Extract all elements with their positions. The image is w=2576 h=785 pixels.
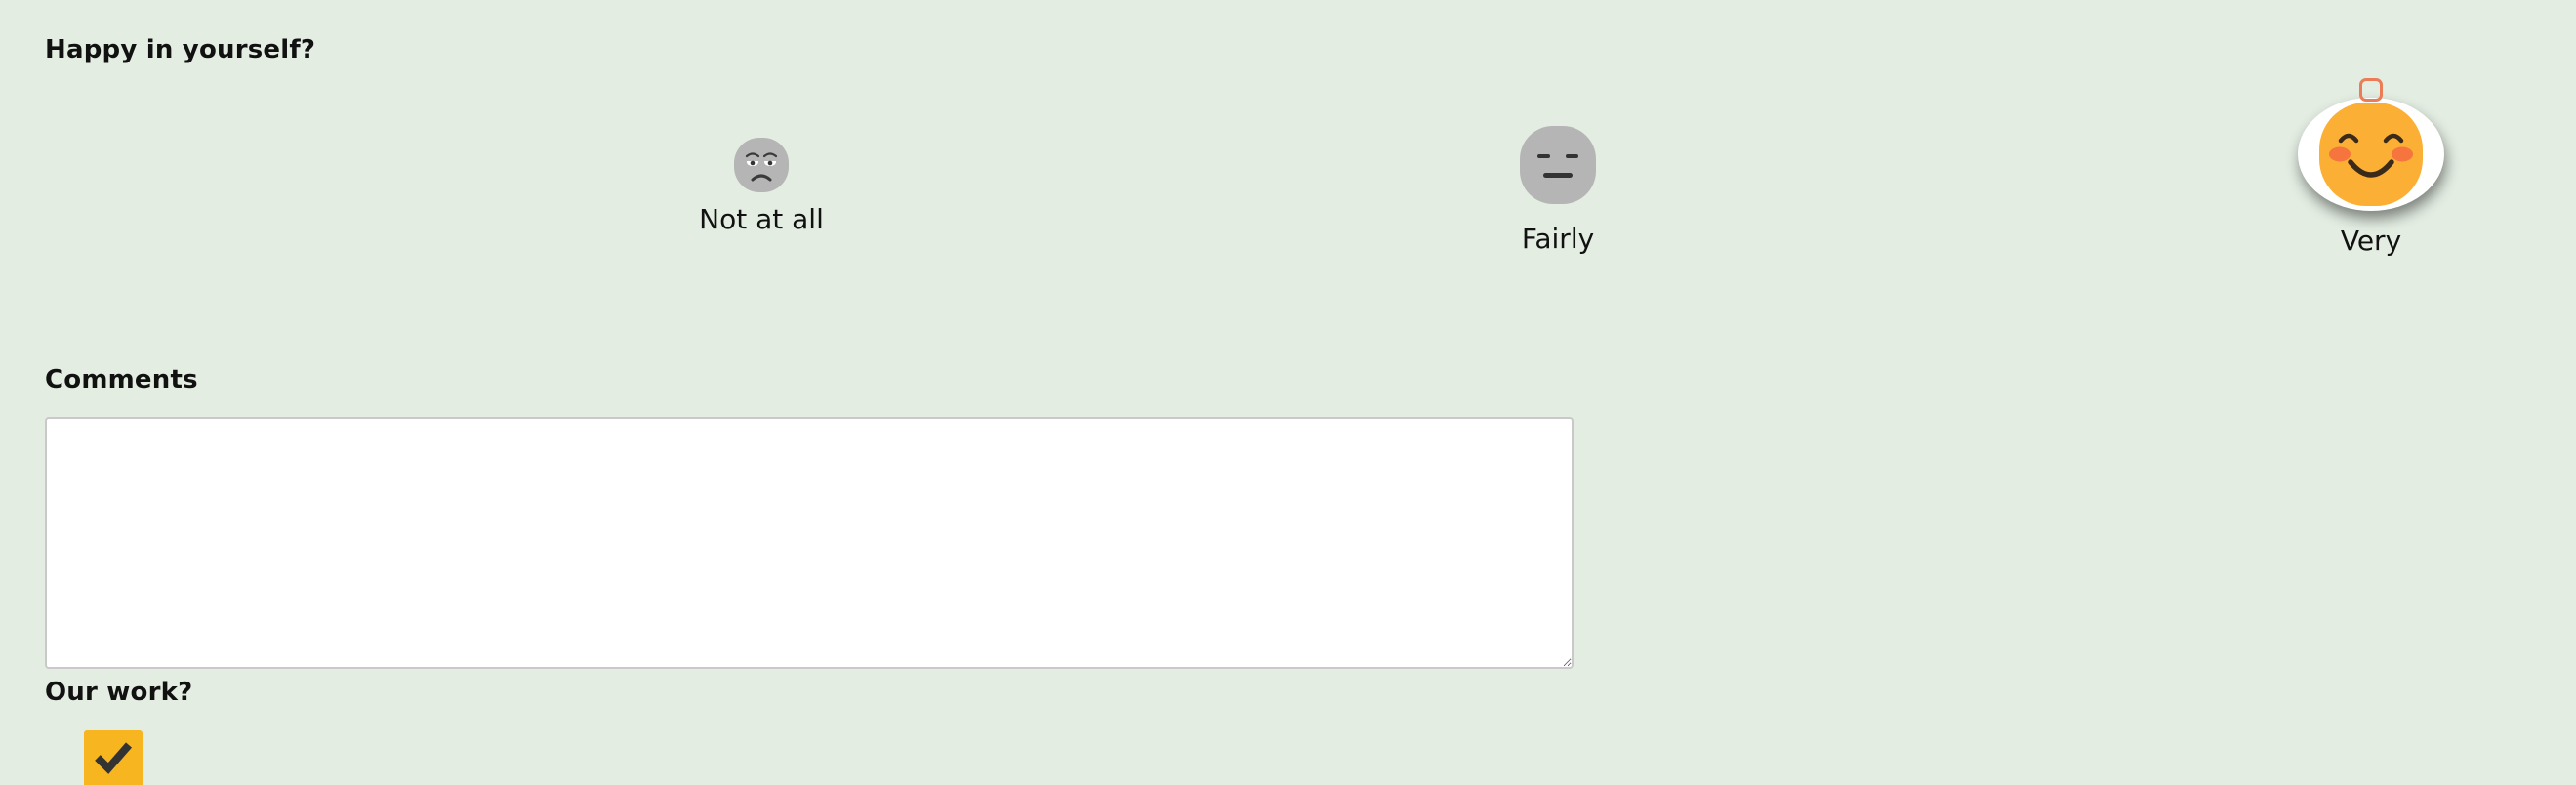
question-title-happy: Happy in yourself?	[45, 35, 316, 64]
survey-page: Happy in yourself? Not at all Fairly Ver…	[0, 0, 2576, 785]
our-work-checkbox[interactable]	[84, 730, 143, 785]
rating-option-fairly[interactable]: Fairly	[1480, 125, 1636, 255]
selected-face-bubble	[2298, 98, 2444, 211]
question-title-our-work: Our work?	[45, 678, 193, 707]
comments-title: Comments	[45, 365, 198, 394]
selected-indicator	[2359, 78, 2383, 102]
rating-label-not-at-all: Not at all	[699, 203, 824, 235]
sad-face-icon	[733, 137, 790, 193]
rating-label-fairly: Fairly	[1521, 223, 1595, 255]
checkmark-icon	[95, 742, 133, 774]
smiling-face-icon	[2318, 102, 2424, 207]
rating-option-very[interactable]: Very	[2297, 78, 2445, 257]
neutral-face-icon	[1519, 125, 1597, 205]
rating-label-very: Very	[2340, 225, 2402, 257]
rating-option-not-at-all[interactable]: Not at all	[683, 137, 839, 235]
comments-textarea[interactable]	[45, 417, 1574, 669]
